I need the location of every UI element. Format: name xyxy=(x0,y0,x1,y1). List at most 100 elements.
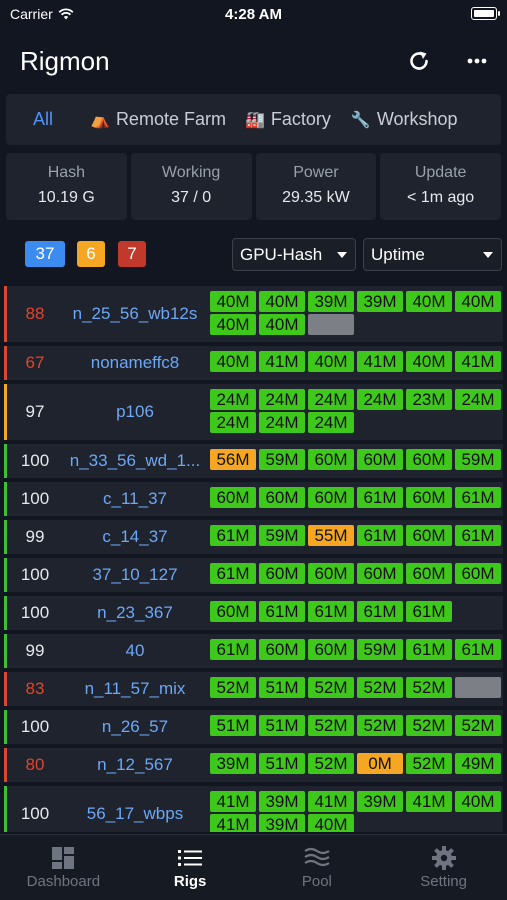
rig-row[interactable]: 67 nonameffc8 40M 41M 40M 41M 40M 41M xyxy=(4,346,503,380)
gpu-hash-cell: 52M xyxy=(406,677,452,698)
more-icon[interactable] xyxy=(462,46,492,76)
gpu-hash-cell: 41M xyxy=(210,791,256,812)
gpu-hash-cell: 60M xyxy=(308,487,354,508)
rig-name[interactable]: c_11_37 xyxy=(63,489,207,509)
gpu-hash-cell: 52M xyxy=(308,715,354,736)
gpu-hash-cell: 51M xyxy=(210,715,256,736)
rig-row[interactable]: 99 c_14_37 61M 59M 55M 61M 60M 61M xyxy=(4,520,503,554)
rig-list[interactable]: 88 n_25_56_wb12s 40M 40M 39M 39M 40M 40M 40M 40M 6… xyxy=(4,286,503,832)
tab-rigs[interactable]: Rigs xyxy=(127,835,254,900)
rig-row[interactable]: 99 40 61M 60M 60M 59M 61M 61M xyxy=(4,634,503,668)
gpu-hash-cell: 39M xyxy=(259,791,305,812)
gpu-hash-cell: 61M xyxy=(406,639,452,660)
ok-count-badge[interactable]: 37 xyxy=(25,241,65,267)
gpu-hash-grid: 39M 51M 52M 0M 52M 49M xyxy=(210,753,503,774)
stat-working: Working 37 / 0 xyxy=(130,153,252,220)
rig-row[interactable]: 100 n_26_57 51M 51M 52M 52M 52M 52M xyxy=(4,710,503,744)
order-select[interactable]: Uptime xyxy=(363,238,502,271)
rig-row[interactable]: 100 n_23_367 60M 61M 61M 61M 61M xyxy=(4,596,503,630)
error-count-badge[interactable]: 7 xyxy=(118,241,146,267)
gpu-hash-cell: 39M xyxy=(210,753,256,774)
rig-row[interactable]: 83 n_11_57_mix 52M 51M 52M 52M 52M xyxy=(4,672,503,706)
stat-power-label: Power xyxy=(293,164,339,181)
refresh-icon[interactable] xyxy=(404,46,434,76)
rig-name[interactable]: n_11_57_mix xyxy=(63,679,207,699)
tab-pool[interactable]: Pool xyxy=(254,835,381,900)
rig-row[interactable]: 100 56_17_wbps 41M 39M 41M 39M 41M 40M 41M 39M 40M xyxy=(4,786,503,832)
rig-row[interactable]: 80 n_12_567 39M 51M 52M 0M 52M 49M xyxy=(4,748,503,782)
gpu-hash-grid: 60M 61M 61M 61M 61M xyxy=(210,601,503,622)
tab-dashboard[interactable]: Dashboard xyxy=(0,835,127,900)
tab-remote-farm[interactable]: ⛺ Remote Farm xyxy=(90,109,226,130)
tab-factory[interactable]: 🏭 Factory xyxy=(245,109,331,130)
gpu-hash-cell: 24M xyxy=(455,389,501,410)
warn-count-badge[interactable]: 6 xyxy=(77,241,105,267)
sort-select-value: GPU-Hash xyxy=(240,245,323,264)
gpu-hash-cell: 40M xyxy=(308,351,354,372)
gpu-hash-grid: 51M 51M 52M 52M 52M 52M xyxy=(210,715,503,736)
gpu-hash-cell: 24M xyxy=(210,412,256,433)
rig-name[interactable]: nonameffc8 xyxy=(63,353,207,373)
gpu-hash-cell: 61M xyxy=(357,487,403,508)
order-select-value: Uptime xyxy=(371,245,425,264)
rig-score: 100 xyxy=(20,489,50,508)
gpu-hash-cell: 40M xyxy=(406,291,452,312)
gpu-hash-cell: 52M xyxy=(308,677,354,698)
farm-tabs: All ⛺ Remote Farm 🏭 Factory 🔧 Workshop xyxy=(6,94,501,145)
rig-name[interactable]: n_25_56_wb12s xyxy=(63,304,207,324)
gpu-hash-cell: 60M xyxy=(357,449,403,470)
rig-row[interactable]: 97 p106 24M 24M 24M 24M 23M 24M 24M 24M 24M xyxy=(4,384,503,440)
rig-name[interactable]: n_33_56_wd_1... xyxy=(63,451,207,471)
rig-name[interactable]: n_12_567 xyxy=(63,755,207,775)
rig-name[interactable]: n_26_57 xyxy=(63,717,207,737)
rig-name[interactable]: 56_17_wbps xyxy=(63,804,207,824)
gpu-hash-grid: 61M 60M 60M 60M 60M 60M xyxy=(210,563,503,584)
rig-row[interactable]: 100 37_10_127 61M 60M 60M 60M 60M 60M xyxy=(4,558,503,592)
tab-setting[interactable]: Setting xyxy=(380,835,507,900)
gpu-hash-cell: 41M xyxy=(210,814,256,832)
gpu-hash-cell: 40M xyxy=(455,791,501,812)
gpu-hash-cell: 52M xyxy=(357,677,403,698)
rig-name[interactable]: c_14_37 xyxy=(63,527,207,547)
rig-name[interactable]: 40 xyxy=(63,641,207,661)
stat-working-value: 37 / 0 xyxy=(171,189,212,206)
gpu-hash-cell: 60M xyxy=(259,639,305,660)
rig-name[interactable]: n_23_367 xyxy=(63,603,207,623)
gpu-hash-grid: 52M 51M 52M 52M 52M xyxy=(210,677,503,698)
rig-name[interactable]: 37_10_127 xyxy=(63,565,207,585)
gpu-hash-cell: 40M xyxy=(406,351,452,372)
nav-bar: Rigmon xyxy=(0,38,507,84)
tab-rigs-label: Rigs xyxy=(173,873,207,890)
gpu-hash-cell: 60M xyxy=(357,563,403,584)
rig-score: 100 xyxy=(20,603,50,622)
gpu-hash-cell: 59M xyxy=(259,525,305,546)
tab-remote-farm-label: Remote Farm xyxy=(115,109,226,129)
gpu-hash-grid: 24M 24M 24M 24M 23M 24M 24M 24M 24M xyxy=(210,389,503,433)
rig-name[interactable]: p106 xyxy=(63,402,207,422)
gpu-hash-cell: 41M xyxy=(259,351,305,372)
rig-score: 100 xyxy=(20,451,50,470)
tab-all[interactable]: All xyxy=(33,109,53,130)
gpu-hash-cell: 60M xyxy=(455,563,501,584)
rig-row[interactable]: 100 n_33_56_wd_1... 56M 59M 60M 60M 60M 59M xyxy=(4,444,503,478)
tab-workshop[interactable]: 🔧 Workshop xyxy=(351,109,458,130)
gpu-hash-cell: 61M xyxy=(455,639,501,660)
status-bar: Carrier 4:28 AM xyxy=(0,0,507,30)
stat-update: Update < 1m ago xyxy=(380,153,501,220)
gpu-hash-cell xyxy=(308,314,354,335)
clock: 4:28 AM xyxy=(225,6,282,23)
gpu-hash-cell: 61M xyxy=(210,525,256,546)
gpu-hash-cell: 40M xyxy=(259,314,305,335)
tab-bar: Dashboard Rigs Pool Setting xyxy=(0,834,507,900)
gpu-hash-cell: 61M xyxy=(406,601,452,622)
rig-row[interactable]: 100 c_11_37 60M 60M 60M 61M 60M 61M xyxy=(4,482,503,516)
gpu-hash-cell: 60M xyxy=(210,487,256,508)
gpu-hash-cell: 61M xyxy=(455,487,501,508)
tab-all-label: All xyxy=(33,109,54,129)
tab-factory-label: Factory xyxy=(270,109,331,129)
sort-select[interactable]: GPU-Hash xyxy=(232,238,356,271)
factory-icon: 🏭 xyxy=(244,111,265,129)
gpu-hash-cell: 60M xyxy=(406,563,452,584)
rig-score: 100 xyxy=(20,804,50,823)
rig-row[interactable]: 88 n_25_56_wb12s 40M 40M 39M 39M 40M 40M 40M 40M xyxy=(4,286,503,342)
